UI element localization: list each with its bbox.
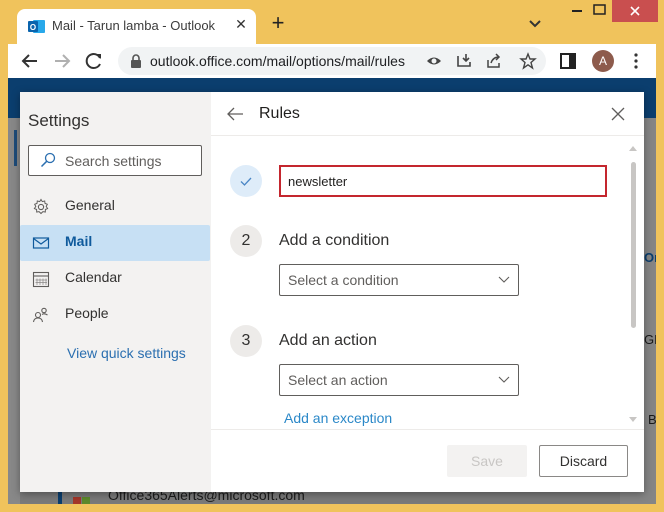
add-condition-label: Add a condition [279,232,390,249]
sidebar-item-general[interactable]: General [20,189,210,225]
chevron-down-icon [498,376,510,383]
mail-icon [32,237,50,249]
address-bar[interactable]: outlook.office.com/mail/options/mail/rul… [118,47,546,75]
close-icon[interactable] [609,105,627,123]
rules-header: Rules [211,92,644,136]
step-1-complete-badge [230,165,262,197]
browser-titlebar: O Mail - Tarun lamba - Outlook ✕ + [0,0,664,44]
browser-tab[interactable]: O Mail - Tarun lamba - Outlook ✕ [17,9,256,44]
tab-title: Mail - Tarun lamba - Outlook [52,18,216,33]
url-text[interactable]: outlook.office.com/mail/options/mail/rul… [150,53,405,69]
people-icon [32,307,48,323]
bookmark-star-icon[interactable] [519,52,537,70]
eye-icon[interactable] [425,52,443,70]
search-settings-input[interactable]: Search settings [28,145,202,176]
search-icon [40,152,56,168]
add-action-label: Add an action [279,332,377,349]
back-arrow-icon[interactable] [225,104,245,124]
side-panel-icon[interactable] [558,51,578,71]
sidebar-item-label: General [65,197,115,213]
dropdown-placeholder: Select an action [288,372,388,388]
install-app-icon[interactable] [455,52,473,70]
forward-icon[interactable] [50,49,74,73]
left-rail-indicator [14,130,17,166]
search-placeholder: Search settings [65,153,162,169]
share-icon[interactable] [485,52,503,70]
scroll-up-arrow[interactable] [629,145,637,151]
svg-text:O: O [30,23,36,32]
add-exception-link[interactable]: Add an exception [284,410,392,426]
sidebar-item-label: Mail [65,233,93,249]
settings-dialog: Settings Search settings General Mail Ca… [20,92,644,492]
sidebar-item-mail[interactable]: Mail [20,225,210,261]
gear-icon [33,198,49,215]
save-button[interactable]: Save [447,445,527,477]
checkmark-icon [240,177,252,186]
dropdown-placeholder: Select a condition [288,272,399,288]
view-quick-settings-link[interactable]: View quick settings [67,345,186,361]
step-number-badge: 2 [230,225,262,257]
bg-fragment: B [648,412,656,427]
window-close-button[interactable] [612,0,658,22]
footer-divider [211,429,644,430]
sidebar-item-people[interactable]: People [20,297,210,333]
settings-title: Settings [28,111,90,130]
chevron-down-icon [498,276,510,283]
rules-panel: Rules newsletter 2 Add a condition Selec… [211,92,644,492]
sidebar-item-label: Calendar [65,269,122,285]
more-menu-icon[interactable] [626,51,646,71]
reload-icon[interactable] [82,49,106,73]
outlook-logo-icon: O [28,20,45,33]
profile-avatar[interactable]: A [592,50,614,72]
scrollbar-thumb[interactable] [631,162,636,328]
back-icon[interactable] [18,49,42,73]
step-number-badge: 3 [230,325,262,357]
unread-indicator [58,491,62,504]
action-dropdown[interactable]: Select an action [279,364,519,396]
lock-icon[interactable] [130,54,142,68]
settings-sidebar: Settings Search settings General Mail Ca… [20,92,211,492]
tab-search-chevron-icon[interactable] [527,17,543,31]
condition-dropdown[interactable]: Select a condition [279,264,519,296]
bg-fragment: GF [644,332,656,347]
sender-logo [73,497,81,504]
calendar-icon [32,271,50,288]
rules-title: Rules [259,105,300,122]
scroll-down-arrow[interactable] [629,417,637,423]
sidebar-item-calendar[interactable]: Calendar [20,261,210,297]
left-rail [8,118,20,504]
discard-button[interactable]: Discard [539,445,628,477]
bg-fragment: On [644,250,656,265]
rule-name-input[interactable]: newsletter [279,165,607,197]
rule-name-value: newsletter [288,174,348,189]
sidebar-item-label: People [65,305,109,321]
new-tab-button[interactable]: + [268,12,288,34]
tab-close-icon[interactable]: ✕ [232,15,250,33]
sender-logo [82,497,90,504]
browser-toolbar: outlook.office.com/mail/options/mail/rul… [8,44,656,78]
minimize-button[interactable] [565,0,591,22]
